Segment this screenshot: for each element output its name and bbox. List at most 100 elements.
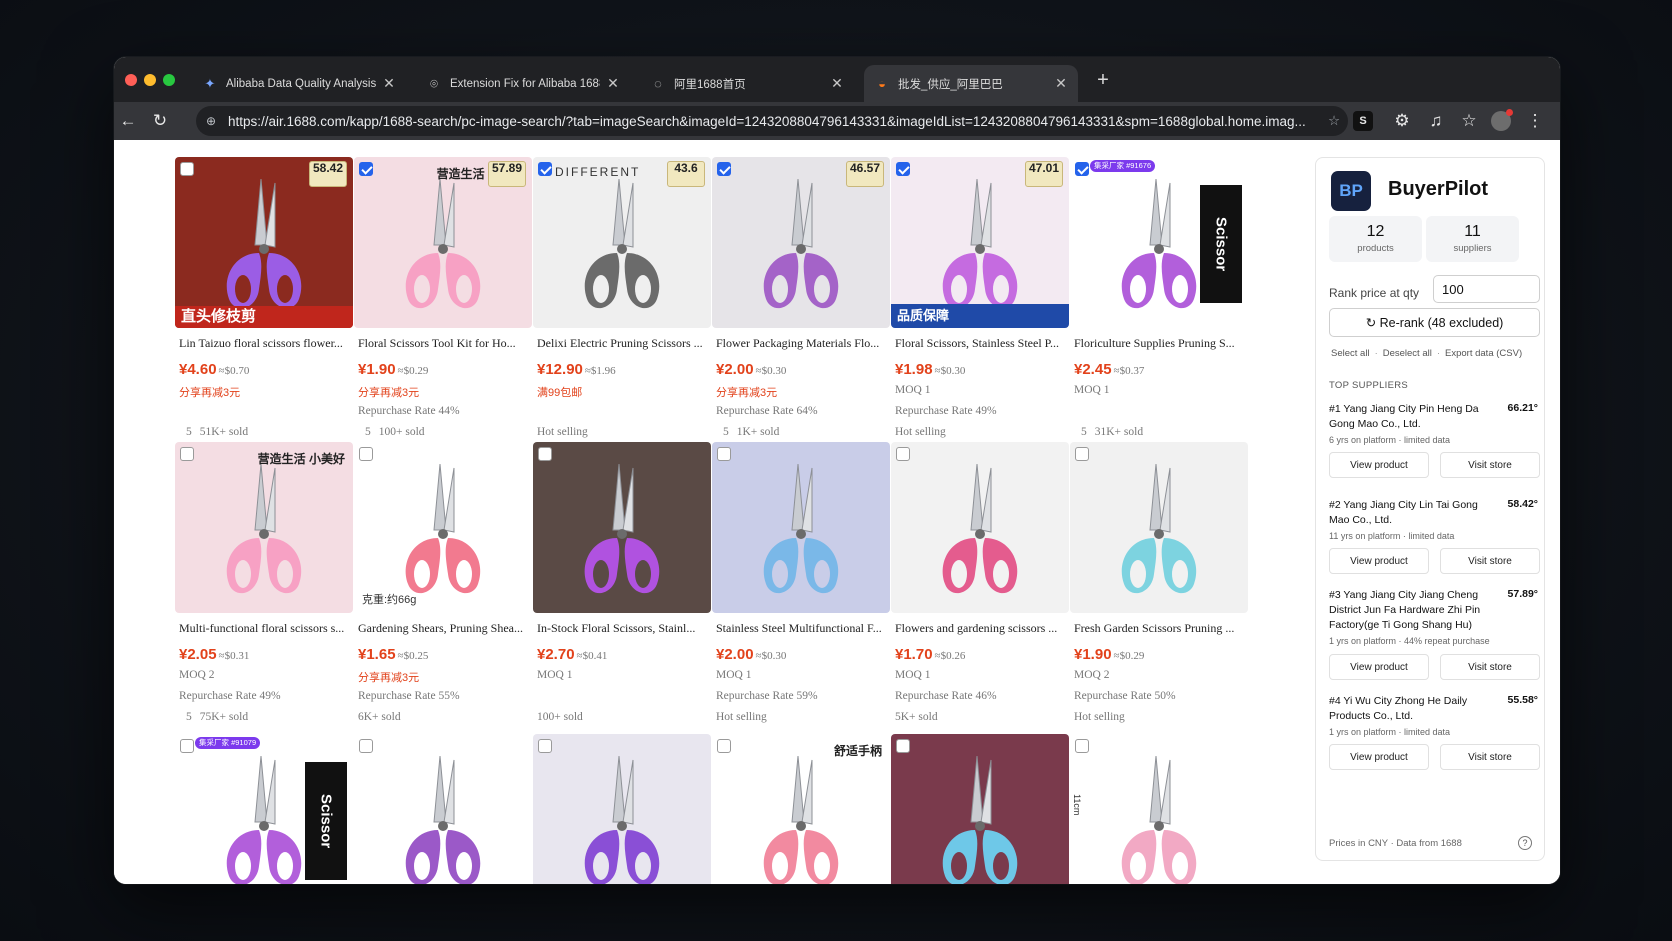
product-image[interactable] [354,734,532,884]
more-menu-icon[interactable]: ⋮ [1522,108,1548,134]
product-image[interactable] [533,442,711,613]
product-title[interactable]: Gardening Shears, Pruning Shea... [358,621,530,636]
product-title[interactable]: Flowers and gardening scissors ... [895,621,1067,636]
image-overlay-text: 品质保障 [891,304,1069,328]
supplier-name[interactable]: #3 Yang Jiang City Jiang Cheng District … [1329,588,1489,633]
select-checkbox[interactable] [538,447,552,461]
product-image[interactable]: 集采厂家 #91079 Scissor [175,734,353,884]
sales-info: 5 75K+ sold [179,711,248,723]
product-image[interactable] [1070,442,1248,613]
product-image[interactable] [891,734,1069,884]
product-title[interactable]: In-Stock Floral Scissors, Stainl... [537,621,709,636]
product-image[interactable]: 46.57 [712,157,890,328]
close-tab-icon[interactable]: ✕ [606,75,620,92]
product-title[interactable]: Multi-functional floral scissors s... [179,621,351,636]
extensions-puzzle-icon[interactable]: ⚙ [1389,108,1415,134]
select-checkbox[interactable] [180,739,194,753]
new-tab-button[interactable]: + [1090,69,1116,92]
supplier-name[interactable]: #1 Yang Jiang City Pin Heng Da Gong Mao … [1329,402,1489,432]
supplier-name[interactable]: #2 Yang Jiang City Lin Tai Gong Mao Co.,… [1329,498,1489,528]
select-checkbox[interactable] [717,447,731,461]
tab-extension-fix[interactable]: ⌾ Extension Fix for Alibaba 1688 ✕ [416,65,630,102]
visit-store-button[interactable]: Visit store [1440,654,1540,680]
close-tab-icon[interactable]: ✕ [1054,75,1068,92]
score-badge: 46.57 [846,161,884,187]
view-product-button[interactable]: View product [1329,548,1429,574]
rank-qty-input[interactable] [1433,275,1540,303]
product-title[interactable]: Stainless Steel Multifunctional F... [716,621,888,636]
product-image[interactable]: 47.01 品质保障 [891,157,1069,328]
select-checkbox[interactable] [538,162,552,176]
select-checkbox[interactable] [180,162,194,176]
select-checkbox[interactable] [717,162,731,176]
product-image[interactable] [891,442,1069,613]
select-checkbox[interactable] [359,162,373,176]
product-image[interactable]: 43.6 DIFFERENT [533,157,711,328]
view-product-button[interactable]: View product [1329,654,1429,680]
site-info-icon[interactable]: ⊕ [206,114,228,128]
product-image[interactable]: 克重:约66g [354,442,532,613]
visit-store-button[interactable]: Visit store [1440,452,1540,478]
product-title[interactable]: Fresh Garden Scissors Pruning ... [1074,621,1246,636]
select-checkbox[interactable] [896,739,910,753]
tab-title: 阿里1688首页 [674,78,746,91]
product-image[interactable]: 集采厂家 #91676 Scissor [1070,157,1248,328]
profile-avatar[interactable] [1488,108,1514,134]
product-image[interactable]: 11cm [1070,734,1248,884]
select-checkbox[interactable] [180,447,194,461]
select-checkbox[interactable] [896,447,910,461]
visit-store-button[interactable]: Visit store [1440,548,1540,574]
tab-alibaba-data-quality[interactable]: ✦ Alibaba Data Quality Analysis - Go ✕ [192,65,406,102]
image-overlay-text: 舒适手柄 [833,744,882,758]
product-image[interactable]: 舒适手柄 [712,734,890,884]
close-tab-icon[interactable]: ✕ [830,75,844,92]
deselect-all-link[interactable]: Deselect all [1383,348,1432,359]
sold-count: Hot selling [716,711,767,723]
rerank-button[interactable]: ↻ Re-rank (48 excluded) [1329,308,1540,337]
product-title[interactable]: Floriculture Supplies Pruning S... [1074,336,1246,351]
rank-qty-label: Rank price at qty [1329,286,1420,300]
product-image[interactable]: 营造生活 小美好 [175,442,353,613]
bookmark-star-icon[interactable]: ☆ [1320,113,1348,129]
address-bar[interactable]: ⊕ https://air.1688.com/kapp/1688-search/… [196,106,1348,136]
select-checkbox[interactable] [359,447,373,461]
view-product-button[interactable]: View product [1329,744,1429,770]
price-cny: ¥2.70 [537,646,575,663]
select-checkbox[interactable] [1075,447,1089,461]
media-controls-icon[interactable]: ♫ [1423,108,1449,134]
select-checkbox[interactable] [359,739,373,753]
select-checkbox[interactable] [538,739,552,753]
supplier-name[interactable]: #4 Yi Wu City Zhong He Daily Products Co… [1329,694,1489,724]
view-product-button[interactable]: View product [1329,452,1429,478]
product-title[interactable]: Delixi Electric Pruning Scissors ... [537,336,709,351]
product-image[interactable] [712,442,890,613]
supplier-score: 66.21° [1507,402,1538,414]
product-image[interactable]: 57.89 营造生活 小美好 [354,157,532,328]
url-text[interactable]: https://air.1688.com/kapp/1688-search/pc… [228,114,1320,129]
select-checkbox[interactable] [1075,162,1089,176]
product-title[interactable]: Lin Taizuo floral scissors flower... [179,336,351,351]
back-arrow-icon[interactable]: ← [115,108,141,134]
product-title[interactable]: Floral Scissors, Stainless Steel P... [895,336,1067,351]
product-title[interactable]: Floral Scissors Tool Kit for Ho... [358,336,530,351]
product-title[interactable]: Flower Packaging Materials Flo... [716,336,888,351]
s-extension-icon[interactable]: S [1353,111,1373,131]
tab-1688-home[interactable]: ◌ 阿里1688首页 ✕ [640,65,854,102]
tab-alibaba-wholesale[interactable]: ◒ 批发_供应_阿里巴巴 ✕ [864,65,1078,102]
export-csv-link[interactable]: Export data (CSV) [1445,348,1522,359]
window-close-button[interactable] [125,74,137,86]
select-checkbox[interactable] [896,162,910,176]
window-maximize-button[interactable] [163,74,175,86]
help-icon[interactable]: ? [1518,836,1532,850]
product-image[interactable] [533,734,711,884]
visit-store-button[interactable]: Visit store [1440,744,1540,770]
favorites-icon[interactable]: ☆ [1456,108,1482,134]
supplier-score: 57.89° [1507,588,1538,600]
select-checkbox[interactable] [1075,739,1089,753]
reload-icon[interactable]: ↻ [147,108,173,134]
select-all-link[interactable]: Select all [1331,348,1370,359]
select-checkbox[interactable] [717,739,731,753]
product-image[interactable]: 58.42 直头修枝剪 [175,157,353,328]
window-minimize-button[interactable] [144,74,156,86]
close-tab-icon[interactable]: ✕ [382,75,396,92]
